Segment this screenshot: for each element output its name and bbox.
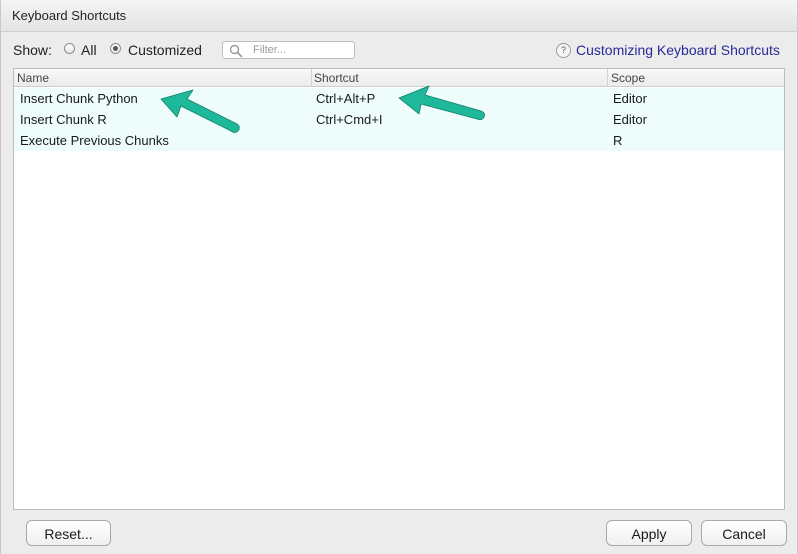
column-separator[interactable] (311, 69, 312, 87)
column-header-shortcut[interactable]: Shortcut (314, 71, 359, 87)
title-bar[interactable]: Keyboard Shortcuts (1, 0, 797, 32)
row-scope: R (613, 133, 623, 148)
show-all-label[interactable]: All (81, 42, 97, 58)
row-name: Insert Chunk Python (20, 91, 138, 106)
row-name: Execute Previous Chunks (20, 133, 169, 148)
reset-button[interactable]: Reset... (26, 520, 111, 546)
filter-input[interactable] (253, 43, 348, 57)
show-label: Show: (13, 42, 52, 58)
show-all-radio[interactable] (64, 43, 75, 54)
table-header: Name Shortcut Scope (14, 69, 784, 87)
shortcuts-table: Name Shortcut Scope Insert Chunk Python … (13, 68, 785, 510)
row-scope: Editor (613, 112, 647, 127)
filter-search-box[interactable] (222, 41, 355, 59)
window-title: Keyboard Shortcuts (12, 8, 127, 23)
column-header-name[interactable]: Name (17, 71, 49, 87)
help-question-icon[interactable]: ? (556, 43, 571, 58)
keyboard-shortcuts-dialog: Keyboard Shortcuts Show: All Customized … (0, 0, 798, 554)
table-row[interactable]: Insert Chunk Python Ctrl+Alt+P Editor (14, 88, 784, 109)
help-link-container[interactable]: ? Customizing Keyboard Shortcuts (556, 41, 787, 61)
customizing-shortcuts-link[interactable]: Customizing Keyboard Shortcuts (576, 42, 780, 58)
search-icon (229, 44, 243, 58)
cancel-button[interactable]: Cancel (701, 520, 787, 546)
show-customized-label[interactable]: Customized (128, 42, 202, 58)
filter-toolbar: Show: All Customized ? Customizing Keybo… (13, 40, 787, 62)
column-separator[interactable] (607, 69, 608, 87)
row-scope: Editor (613, 91, 647, 106)
row-shortcut[interactable]: Ctrl+Alt+P (316, 91, 375, 106)
row-shortcut[interactable]: Ctrl+Cmd+I (316, 112, 382, 127)
row-name: Insert Chunk R (20, 112, 107, 127)
apply-button[interactable]: Apply (606, 520, 692, 546)
column-header-scope[interactable]: Scope (611, 71, 645, 87)
table-row[interactable]: Insert Chunk R Ctrl+Cmd+I Editor (14, 109, 784, 130)
table-row[interactable]: Execute Previous Chunks R (14, 130, 784, 151)
show-customized-radio[interactable] (110, 43, 121, 54)
